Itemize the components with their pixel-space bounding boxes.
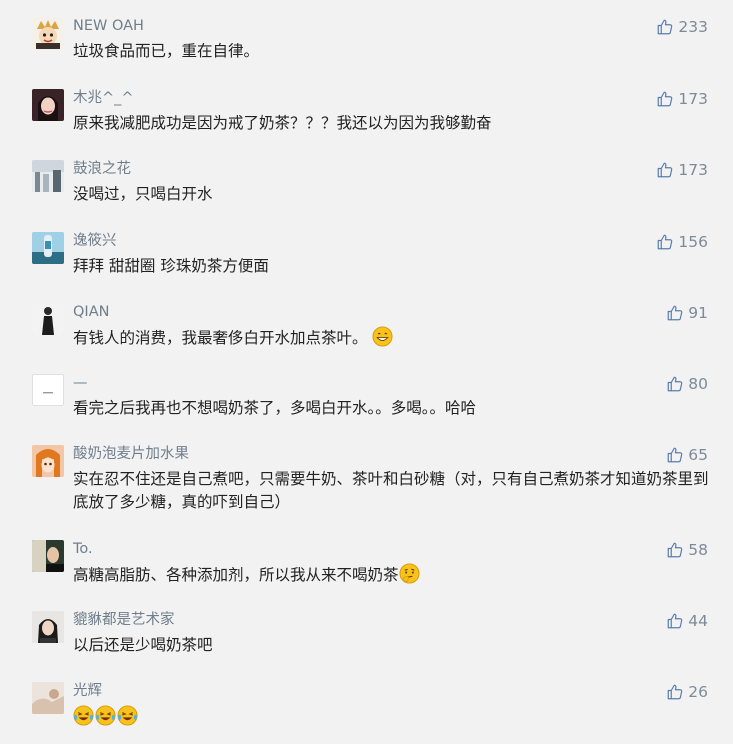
like-button[interactable]: 156 (656, 232, 708, 252)
avatar[interactable] (32, 17, 64, 49)
comment-text-content: 高糖高脂肪、各种添加剂，所以我从来不喝奶茶 (73, 566, 399, 584)
comment-text-content: 有钱人的消费，我最奢侈白开水加点茶叶。 (73, 329, 368, 347)
avatar[interactable] (32, 682, 64, 714)
thumbs-up-icon (666, 541, 684, 559)
username[interactable]: 酸奶泡麦片加水果 (73, 445, 189, 463)
avatar[interactable] (32, 611, 64, 643)
thumbs-up-icon (656, 18, 674, 36)
like-button[interactable]: 233 (656, 17, 708, 37)
like-count: 173 (678, 161, 708, 179)
comment-text: 看完之后我再也不想喝奶茶了，多喝白开水。。多喝。。哈哈 (73, 399, 477, 417)
like-count: 233 (678, 18, 708, 36)
like-count: 58 (688, 541, 708, 559)
comment-text: 垃圾食品而已，重在自律。 (73, 42, 260, 60)
thumbs-up-icon (666, 446, 684, 464)
comment-text (73, 705, 713, 729)
thumbs-up-icon (666, 612, 684, 630)
comment-text: 以后还是少喝奶茶吧 (73, 636, 213, 654)
avatar[interactable] (32, 160, 64, 192)
thumbs-up-icon (656, 90, 674, 108)
like-count: 91 (688, 304, 708, 322)
like-button[interactable]: 58 (666, 540, 708, 560)
avatar[interactable] (32, 445, 64, 477)
laughing-crying-emoji (117, 705, 138, 726)
avatar[interactable] (32, 303, 64, 335)
like-button[interactable]: 173 (656, 160, 708, 180)
like-button[interactable]: 26 (666, 682, 708, 702)
thumbs-up-icon (666, 375, 684, 393)
comment-text: 有钱人的消费，我最奢侈白开水加点茶叶。 (73, 326, 713, 350)
like-count: 80 (688, 375, 708, 393)
laughing-crying-emoji (95, 705, 116, 726)
avatar[interactable] (32, 232, 64, 264)
like-button[interactable]: 80 (666, 374, 708, 394)
like-button[interactable]: 65 (666, 445, 708, 465)
like-count: 26 (688, 683, 708, 701)
thumbs-up-icon (666, 304, 684, 322)
like-count: 156 (678, 233, 708, 251)
thumbs-up-icon (656, 233, 674, 251)
comment-text: 原来我减肥成功是因为戒了奶茶？？？我还以为因为我够勤奋 (73, 114, 492, 132)
username[interactable]: To. (73, 540, 93, 558)
avatar[interactable] (32, 374, 64, 406)
thumbs-up-icon (666, 683, 684, 701)
username[interactable]: 貔貅都是艺术家 (73, 611, 175, 629)
avatar[interactable] (32, 89, 64, 121)
grin-emoji (372, 326, 393, 347)
username[interactable]: — (73, 374, 88, 392)
username[interactable]: NEW OAH (73, 17, 144, 35)
username[interactable]: QIAN (73, 303, 109, 321)
username[interactable]: 光辉 (73, 682, 102, 700)
comment-list: NEW OAH 233 垃圾食品而已，重在自律。 木兆^_^ 173 原来我减肥… (0, 0, 733, 744)
thumbs-up-icon (656, 161, 674, 179)
comment-text: 高糖高脂肪、各种添加剂，所以我从来不喝奶茶 (73, 563, 713, 587)
comment-text: 拜拜 甜甜圈 珍珠奶茶方便面 (73, 257, 269, 275)
like-count: 173 (678, 90, 708, 108)
comment-text: 实在忍不住还是自己煮吧，只需要牛奶、茶叶和白砂糖（对，只有自己煮奶茶才知道奶茶里… (73, 470, 709, 511)
laughing-crying-emoji (73, 705, 94, 726)
comment-text: 没喝过，只喝白开水 (73, 185, 213, 203)
avatar[interactable] (32, 540, 64, 572)
like-count: 44 (688, 612, 708, 630)
like-count: 65 (688, 446, 708, 464)
username[interactable]: 逸筱兴 (73, 232, 117, 250)
username[interactable]: 鼓浪之花 (73, 160, 131, 178)
like-button[interactable]: 91 (666, 303, 708, 323)
like-button[interactable]: 173 (656, 89, 708, 109)
thinking-emoji (398, 563, 420, 584)
username[interactable]: 木兆^_^ (73, 89, 134, 107)
like-button[interactable]: 44 (666, 611, 708, 631)
